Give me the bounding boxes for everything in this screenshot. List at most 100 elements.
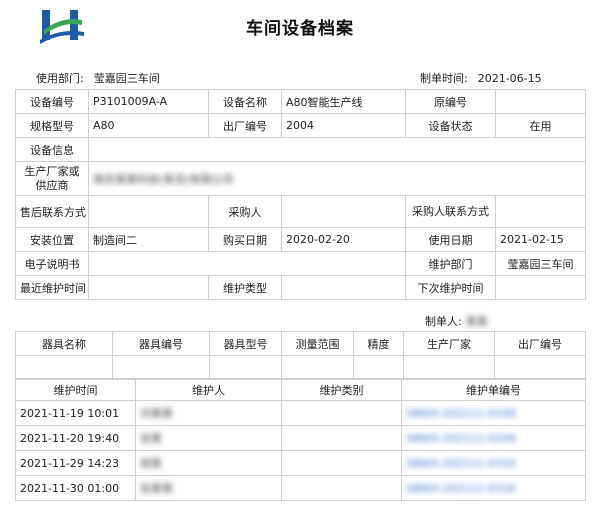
factory-number-value: 2004 bbox=[281, 113, 406, 138]
maint-order-link[interactable]: SBWX-202111-0206 bbox=[406, 432, 516, 445]
original-code-value bbox=[495, 89, 586, 114]
maint-order-header: 维护单编号 bbox=[401, 378, 586, 401]
factory-number-label: 出厂编号 bbox=[208, 113, 282, 138]
tool-cell bbox=[494, 355, 586, 380]
last-maintenance-value bbox=[88, 275, 209, 300]
install-location-label: 安装位置 bbox=[15, 227, 89, 252]
table-row: 设备信息 bbox=[15, 137, 586, 162]
maint-time: 2021-11-20 19:40 bbox=[15, 425, 136, 451]
maint-person: 刘某某 bbox=[140, 407, 173, 420]
equipment-status-label: 设备状态 bbox=[405, 113, 496, 138]
department-value: 莹嘉园三车间 bbox=[93, 72, 160, 85]
page-title: 车间设备档案 bbox=[246, 19, 354, 39]
table-row: 设备编号 P3101009A-A 设备名称 A80智能生产线 原编号 bbox=[15, 89, 586, 114]
maint-time: 2021-11-30 01:00 bbox=[15, 475, 136, 501]
maint-order-cell: SBWX-202111-0199 bbox=[401, 400, 586, 426]
purchaser-value bbox=[281, 195, 406, 228]
purchaser-label: 采购人 bbox=[208, 195, 282, 228]
table-row: 2021-11-19 10:01 刘某某 SBWX-202111-0199 bbox=[15, 400, 586, 426]
equipment-info-value bbox=[88, 137, 586, 162]
maint-person-header: 维护人 bbox=[135, 378, 282, 401]
maint-order-link[interactable]: SBWX-202111-0310 bbox=[406, 457, 516, 470]
maint-person: 张某 bbox=[140, 432, 162, 445]
precision-header: 精度 bbox=[353, 331, 404, 356]
aftersale-contact-label: 售后联系方式 bbox=[15, 195, 89, 228]
tool-cell bbox=[15, 355, 113, 380]
tool-model-header: 器具型号 bbox=[209, 331, 282, 356]
aftersale-contact-value bbox=[88, 195, 209, 228]
equipment-code-label: 设备编号 bbox=[15, 89, 89, 114]
table-row: 器具名称 器具编号 器具型号 测量范围 精度 生产厂家 出厂编号 bbox=[15, 331, 586, 356]
table-row: 最近维护时间 维护类型 下次维护时间 bbox=[15, 275, 586, 300]
manual-value bbox=[88, 251, 406, 276]
document-maker: 制单人: 某某 bbox=[425, 313, 488, 329]
created-date-label: 制单时间: bbox=[420, 72, 468, 85]
maint-person-cell: 胡某 bbox=[135, 450, 282, 476]
manufacturer-label: 生产厂家或供应商 bbox=[15, 161, 89, 196]
table-row: 生产厂家或供应商 南京某某科技(青岛)有限公司 bbox=[15, 161, 586, 196]
maint-type bbox=[281, 400, 402, 426]
maint-time: 2021-11-29 14:23 bbox=[15, 450, 136, 476]
tool-name-header: 器具名称 bbox=[15, 331, 113, 356]
maint-person-cell: 张某某 bbox=[135, 475, 282, 501]
table-row: 电子说明书 维护部门 莹嘉园三车间 bbox=[15, 251, 586, 276]
maint-person: 张某某 bbox=[140, 482, 173, 495]
maint-person: 胡某 bbox=[140, 457, 162, 470]
manufacturer-value: 南京某某科技(青岛)有限公司 bbox=[93, 172, 234, 186]
next-maintenance-label: 下次维护时间 bbox=[405, 275, 496, 300]
equipment-code-value: P3101009A-A bbox=[88, 89, 209, 114]
maintenance-dept-value: 莹嘉园三车间 bbox=[495, 251, 586, 276]
created-date-value: 2021-06-15 bbox=[477, 72, 542, 85]
department-info: 使用部门: 莹嘉园三车间 bbox=[36, 70, 160, 86]
table-row: 售后联系方式 采购人 采购人联系方式 bbox=[15, 195, 586, 228]
created-date-info: 制单时间: 2021-06-15 bbox=[420, 70, 542, 86]
maintenance-dept-label: 维护部门 bbox=[405, 251, 496, 276]
purchaser-contact-value bbox=[495, 195, 586, 228]
equipment-status-value: 在用 bbox=[495, 113, 586, 138]
tool-cell bbox=[209, 355, 282, 380]
spec-model-value: A80 bbox=[88, 113, 209, 138]
tool-code-header: 器具编号 bbox=[112, 331, 210, 356]
measure-range-header: 测量范围 bbox=[281, 331, 354, 356]
tool-cell bbox=[281, 355, 354, 380]
maint-time-header: 维护时间 bbox=[15, 378, 136, 401]
department-label: 使用部门: bbox=[36, 72, 84, 85]
next-maintenance-value bbox=[495, 275, 586, 300]
table-row bbox=[15, 355, 586, 380]
maint-type bbox=[281, 475, 402, 501]
manual-label: 电子说明书 bbox=[15, 251, 89, 276]
maint-type bbox=[281, 450, 402, 476]
purchase-date-label: 购买日期 bbox=[208, 227, 282, 252]
maintenance-type-value bbox=[281, 275, 406, 300]
maint-person-cell: 刘某某 bbox=[135, 400, 282, 426]
table-row: 2021-11-30 01:00 张某某 SBWX-202111-0316 bbox=[15, 475, 586, 501]
maint-type bbox=[281, 425, 402, 451]
maker-label: 制单人: bbox=[425, 315, 462, 328]
purchaser-contact-label: 采购人联系方式 bbox=[405, 195, 496, 228]
equipment-info-label: 设备信息 bbox=[15, 137, 89, 162]
measuring-tools-table: 器具名称 器具编号 器具型号 测量范围 精度 生产厂家 出厂编号 bbox=[15, 331, 586, 380]
maint-order-link[interactable]: SBWX-202111-0316 bbox=[406, 482, 516, 495]
last-maintenance-label: 最近维护时间 bbox=[15, 275, 89, 300]
maker-value: 某某 bbox=[465, 315, 488, 328]
maint-order-cell: SBWX-202111-0316 bbox=[401, 475, 586, 501]
install-location-value: 制造间二 bbox=[88, 227, 209, 252]
table-row: 安装位置 制造间二 购买日期 2020-02-20 使用日期 2021-02-1… bbox=[15, 227, 586, 252]
tool-factory-number-header: 出厂编号 bbox=[494, 331, 586, 356]
spec-model-label: 规格型号 bbox=[15, 113, 89, 138]
tool-cell bbox=[112, 355, 210, 380]
maint-order-cell: SBWX-202111-0206 bbox=[401, 425, 586, 451]
equipment-name-value: A80智能生产线 bbox=[281, 89, 406, 114]
tool-cell bbox=[353, 355, 404, 380]
maint-person-cell: 张某 bbox=[135, 425, 282, 451]
table-row: 规格型号 A80 出厂编号 2004 设备状态 在用 bbox=[15, 113, 586, 138]
original-code-label: 原编号 bbox=[405, 89, 496, 114]
table-header-row: 维护时间 维护人 维护类别 维护单编号 bbox=[15, 378, 586, 401]
maint-type-header: 维护类别 bbox=[281, 378, 402, 401]
table-row: 2021-11-29 14:23 胡某 SBWX-202111-0310 bbox=[15, 450, 586, 476]
maintenance-records-table: 维护时间 维护人 维护类别 维护单编号 2021-11-19 10:01 刘某某… bbox=[15, 378, 586, 501]
tool-manufacturer-header: 生产厂家 bbox=[403, 331, 495, 356]
tool-cell bbox=[403, 355, 495, 380]
maint-time: 2021-11-19 10:01 bbox=[15, 400, 136, 426]
maint-order-link[interactable]: SBWX-202111-0199 bbox=[406, 407, 516, 420]
